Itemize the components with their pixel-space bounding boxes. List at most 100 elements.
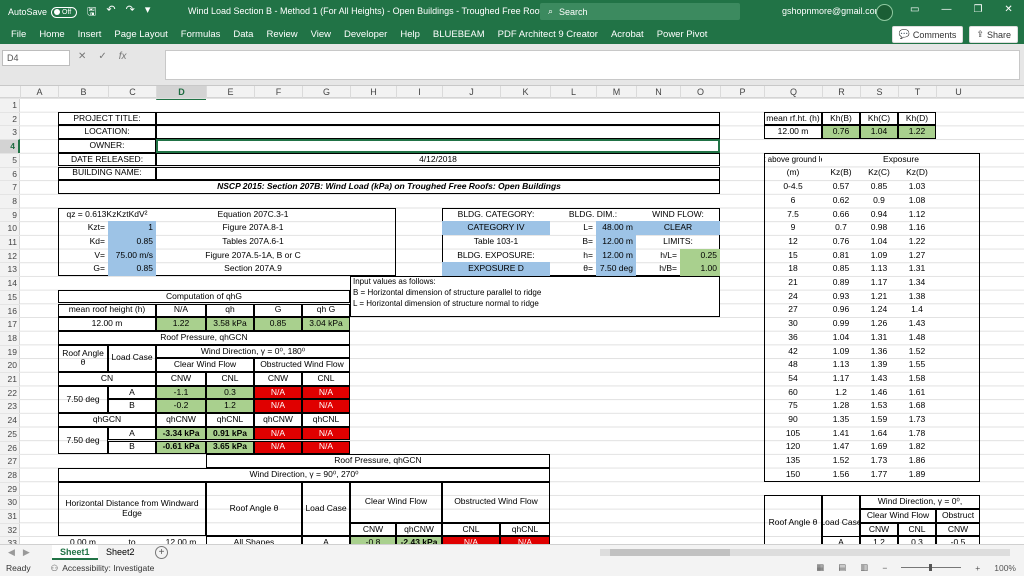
menu-formulas[interactable]: Formulas [181,29,221,40]
p2-wind-dir[interactable]: Wind Direction, γ = 90⁰, 270⁰ [58,467,550,482]
dim-label[interactable]: BLDG. DIM.: [550,208,636,222]
column-header[interactable]: T [898,86,936,98]
comp-head-na[interactable]: N/A [156,303,206,318]
kz-cell[interactable]: 0.85 [860,180,898,194]
kz-cell[interactable]: 18 [764,262,822,276]
kz-cell[interactable]: 27 [764,304,822,318]
kz-cell[interactable]: 1.34 [898,276,936,290]
p2-head[interactable]: CNL [442,522,500,537]
sheet-tab-2[interactable]: Sheet2 [98,545,143,560]
menu-acrobat[interactable]: Acrobat [611,29,644,40]
menu-help[interactable]: Help [400,29,420,40]
kh-h[interactable]: 12.00 m [764,125,822,140]
p1-qrow-a[interactable]: N/A [302,426,350,441]
p1-qrow-a[interactable]: 0.91 kPa [206,426,254,441]
p1-load-case[interactable]: Load Case [108,344,156,372]
menu-file[interactable]: File [11,29,26,40]
kz-cell[interactable]: 1.13 [860,262,898,276]
menu-power-pivot[interactable]: Power Pivot [657,29,708,40]
exposure-value[interactable]: EXPOSURE D [442,262,550,277]
p2-qhcnl[interactable]: N/A [500,536,550,544]
p1-qrow-a[interactable]: A [108,426,156,441]
row-header[interactable]: 8 [0,193,20,208]
kz-cell[interactable]: 1.28 [822,399,860,413]
p1-q-head[interactable]: qhCNL [302,413,350,427]
p1-cn-head[interactable]: CNL [302,372,350,386]
column-header[interactable]: A [20,86,58,98]
cancel-icon[interactable]: ✕ [78,51,86,62]
kz-cell[interactable]: 6 [764,194,822,208]
p1-qrow-b[interactable]: N/A [302,440,350,455]
column-header[interactable]: I [396,86,442,98]
kz-cell[interactable]: 1.59 [860,413,898,427]
kh-value[interactable]: 1.04 [860,125,898,140]
kz-cell[interactable]: 1.08 [898,194,936,208]
kz-cell[interactable]: 0.99 [822,317,860,331]
p2-clear[interactable]: Clear Wind Flow [350,481,442,523]
menu-home[interactable]: Home [39,29,64,40]
kz-cell[interactable]: 48 [764,358,822,372]
comp-qh[interactable]: 3.58 kPa [206,317,254,331]
rb-head[interactable]: CNW [860,522,898,537]
kz-cell[interactable]: 0.66 [822,208,860,222]
p1-row-b[interactable]: N/A [302,399,350,414]
row-header[interactable]: 29 [0,481,20,496]
kh-head[interactable]: Kh(B) [822,111,860,126]
row-header[interactable]: 3 [0,125,20,139]
p1-cn-head[interactable]: CNW [156,372,206,386]
row-header[interactable]: 17 [0,317,20,331]
row-header[interactable]: 16 [0,303,20,318]
date-released-value[interactable]: 4/12/2018 [156,152,720,167]
column-header[interactable]: Q [764,86,822,98]
kz-cell[interactable]: 36 [764,331,822,345]
kz-cell[interactable]: 0.89 [822,276,860,290]
p1-row-a[interactable]: 0.3 [206,385,254,400]
row-header[interactable]: 30 [0,495,20,509]
row-header[interactable]: 25 [0,426,20,441]
kz-cell[interactable]: 1.56 [822,468,860,482]
ribbon-display-icon[interactable]: ▭ [910,4,919,15]
kz-cell[interactable]: 0.85 [822,262,860,276]
kz-head[interactable]: Kz(D) [898,167,936,181]
v-ref[interactable]: Tables 207A.6-1 [156,235,350,249]
kz-cell[interactable]: 1.04 [860,235,898,249]
g-ref[interactable]: Figure 207A.5-1A, B or C [156,249,350,263]
p2-from[interactable]: 0.00 m [58,536,108,544]
kz-cell[interactable]: 120 [764,441,822,455]
column-header[interactable]: U [936,86,980,98]
zoom-level[interactable]: 100% [994,563,1016,573]
theta-value[interactable]: 7.50 deg [596,262,636,277]
p2-cnw[interactable]: -0.8 [350,536,396,544]
kz-cell[interactable]: 15 [764,249,822,263]
label-owner[interactable]: OWNER: [58,139,156,153]
kz-cell[interactable]: 9 [764,221,822,235]
kd-ref[interactable]: Figure 207A.8-1 [156,221,350,235]
row-header[interactable]: 15 [0,289,20,304]
kz-cell[interactable]: 1.58 [898,372,936,386]
equation-ref[interactable]: Equation 207C.3-1 [156,208,350,222]
comp-head-qh[interactable]: qh [206,303,254,318]
autosave-toggle[interactable]: AutoSave Off [8,6,78,18]
label-project-title[interactable]: PROJECT TITLE: [58,111,156,126]
kz-cell[interactable]: 90 [764,413,822,427]
zoom-in-icon[interactable]: + [975,563,980,573]
p2-to[interactable]: to [108,536,156,544]
row-header[interactable]: 4 [0,139,20,153]
p2-obstructed[interactable]: Obstructed Wind Flow [442,481,550,523]
kz-cell[interactable]: 1.64 [860,427,898,441]
exposure-label[interactable]: BLDG. EXPOSURE: [442,249,550,263]
kzt-value[interactable]: 1 [108,221,156,235]
comments-button[interactable]: 💬 Comments [891,26,964,43]
hl-label[interactable]: h/L= [636,249,680,263]
worksheet-grid[interactable]: PROJECT TITLE: LOCATION: OWNER: DATE RELEAS… [20,98,1024,544]
kz-cell[interactable]: 12 [764,235,822,249]
restore-icon[interactable]: ❐ [973,4,982,15]
kz-cell[interactable]: 1.09 [860,249,898,263]
kh-head[interactable]: mean rf.ht. (h) [764,111,822,126]
kz-cell[interactable]: 0.81 [822,249,860,263]
row-header[interactable]: 9 [0,207,20,222]
column-header[interactable]: G [302,86,350,98]
kz-cell[interactable]: 1.43 [898,317,936,331]
horizontal-scrollbar[interactable] [600,549,1010,556]
p1-row-b[interactable]: -0.2 [156,399,206,414]
